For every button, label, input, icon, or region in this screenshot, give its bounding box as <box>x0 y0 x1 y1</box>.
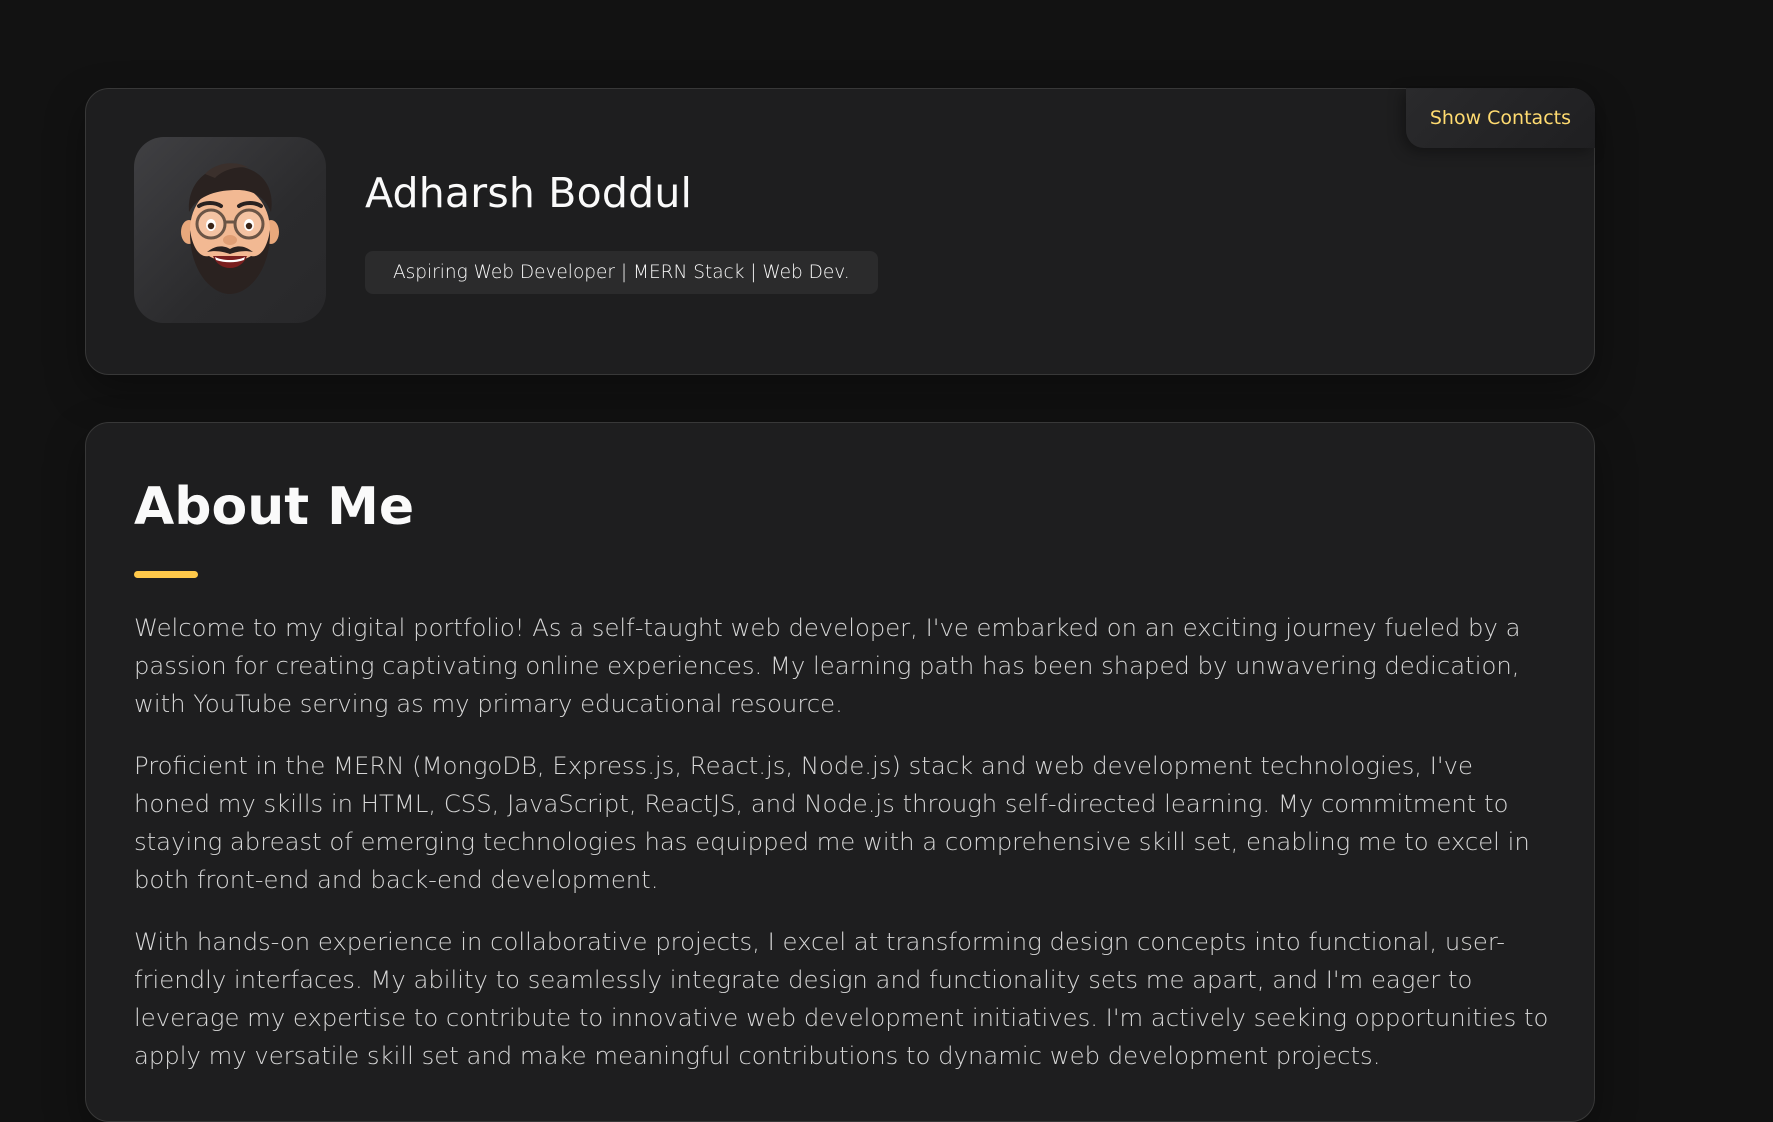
profile-title-badge: Aspiring Web Developer | MERN Stack | We… <box>365 251 878 294</box>
profile-card: Adharsh Boddul Aspiring Web Developer | … <box>85 88 1595 375</box>
show-contacts-button[interactable]: Show Contacts <box>1405 88 1595 148</box>
avatar <box>134 137 326 323</box>
about-paragraph: With hands-on experience in collaborativ… <box>134 927 1549 1070</box>
about-paragraph: Welcome to my digital portfolio! As a se… <box>134 613 1521 718</box>
about-heading: About Me <box>134 477 415 537</box>
about-paragraph: Proficient in the MERN (MongoDB, Express… <box>134 751 1530 894</box>
memoji-avatar-icon <box>181 163 279 294</box>
profile-name: Adharsh Boddul <box>365 169 693 217</box>
about-text: Welcome to my digital portfolio! As a se… <box>134 609 1554 1099</box>
about-section: About Me Welcome to my digital portfolio… <box>85 422 1595 1122</box>
heading-underline <box>134 571 198 578</box>
